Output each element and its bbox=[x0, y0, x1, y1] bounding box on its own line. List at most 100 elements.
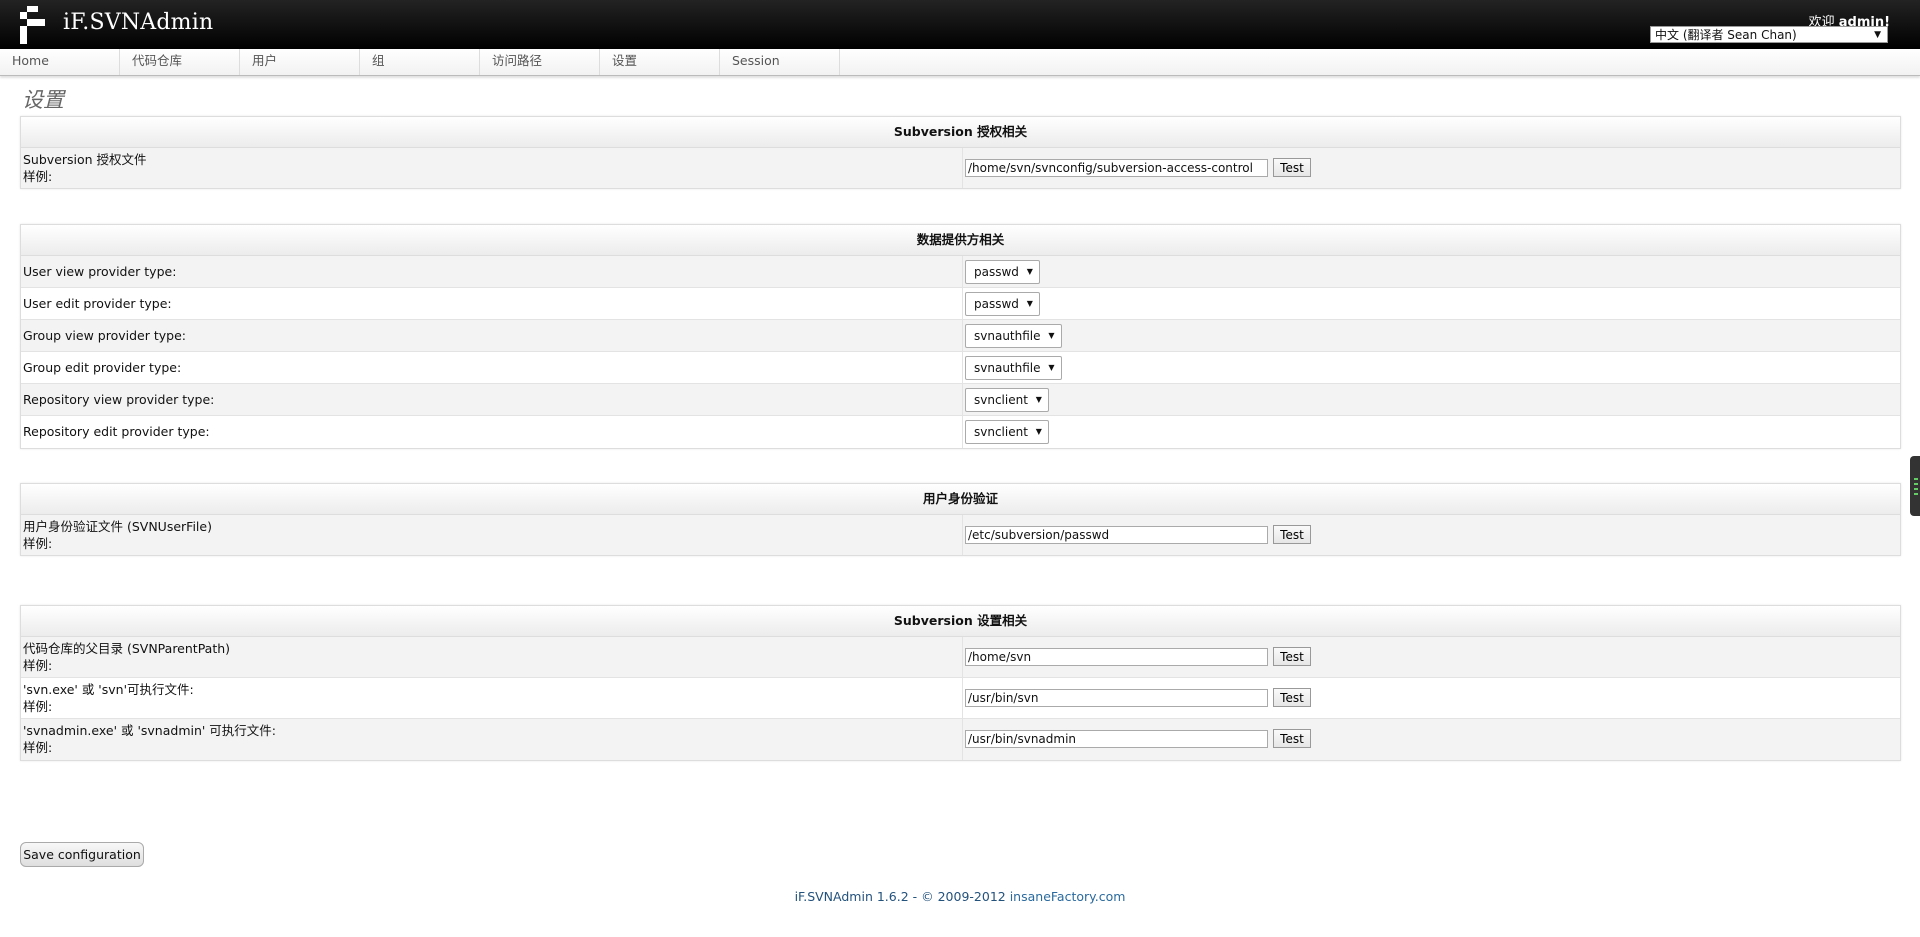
chevron-down-icon: ▼ bbox=[1026, 267, 1033, 276]
section-svn-settings: Subversion 设置相关 代码仓库的父目录 (SVNParentPath)… bbox=[20, 605, 1901, 761]
test-svn-executable-button[interactable]: Test bbox=[1273, 688, 1311, 707]
settings-row: 代码仓库的父目录 (SVNParentPath) 样例: /home/svn T… bbox=[21, 637, 1900, 678]
brand-title[interactable]: iF.SVNAdmin bbox=[63, 10, 213, 35]
user-edit-provider-select[interactable]: passwd ▼ bbox=[965, 292, 1040, 316]
section-title: Subversion 设置相关 bbox=[21, 606, 1900, 637]
section-data-providers: 数据提供方相关 User view provider type: passwd … bbox=[20, 224, 1901, 449]
side-handle-icon[interactable] bbox=[1910, 456, 1920, 516]
section-svn-auth: Subversion 授权相关 Subversion 授权文件 样例: /hom… bbox=[20, 116, 1901, 189]
row-label: Subversion 授权文件 样例: bbox=[23, 151, 147, 185]
setting-name: Group view provider type: bbox=[23, 328, 186, 343]
app-header: iF.SVNAdmin 欢迎 admin! 中文 (翻译者 Sean Chan)… bbox=[0, 0, 1920, 50]
group-view-provider-select[interactable]: svnauthfile ▼ bbox=[965, 324, 1062, 348]
settings-row: Group edit provider type: svnauthfile ▼ bbox=[21, 352, 1900, 384]
row-value: /home/svn Test bbox=[962, 637, 1900, 677]
setting-example: 样例: bbox=[23, 740, 53, 755]
nav-home[interactable]: Home bbox=[0, 49, 120, 75]
nav-settings[interactable]: 设置 bbox=[600, 49, 720, 75]
nav-users[interactable]: 用户 bbox=[240, 49, 360, 75]
row-value: svnauthfile ▼ bbox=[962, 320, 1900, 351]
main-nav: Home 代码仓库 用户 组 访问路径 设置 Session bbox=[0, 49, 1920, 76]
footer-product: iF.SVNAdmin 1.6.2 bbox=[794, 889, 909, 904]
settings-row: User view provider type: passwd ▼ bbox=[21, 256, 1900, 288]
page-title: 设置 bbox=[22, 88, 64, 112]
settings-row: 'svn.exe' 或 'svn'可执行文件: 样例: /usr/bin/svn… bbox=[21, 678, 1900, 719]
section-title: Subversion 授权相关 bbox=[21, 117, 1900, 148]
setting-name: Group edit provider type: bbox=[23, 360, 182, 375]
select-value: svnclient bbox=[974, 393, 1028, 407]
chevron-down-icon: ▼ bbox=[1035, 427, 1042, 436]
chevron-down-icon: ▼ bbox=[1035, 395, 1042, 404]
test-user-file-button[interactable]: Test bbox=[1273, 525, 1311, 544]
section-title: 数据提供方相关 bbox=[21, 225, 1900, 256]
repo-view-provider-select[interactable]: svnclient ▼ bbox=[965, 388, 1049, 412]
setting-name: User view provider type: bbox=[23, 264, 177, 279]
select-value: svnclient bbox=[974, 425, 1028, 439]
setting-name: Subversion 授权文件 bbox=[23, 152, 147, 167]
setting-example: 样例: bbox=[23, 169, 53, 184]
select-value: svnauthfile bbox=[974, 361, 1041, 375]
row-value: /usr/bin/svn Test bbox=[962, 678, 1900, 718]
user-view-provider-select[interactable]: passwd ▼ bbox=[965, 260, 1040, 284]
settings-row: Group view provider type: svnauthfile ▼ bbox=[21, 320, 1900, 352]
row-label: 'svn.exe' 或 'svn'可执行文件: 样例: bbox=[23, 681, 194, 715]
setting-name: 代码仓库的父目录 (SVNParentPath) bbox=[23, 641, 231, 656]
row-value: svnclient ▼ bbox=[962, 384, 1900, 415]
setting-name: Repository edit provider type: bbox=[23, 424, 210, 439]
svn-executable-input[interactable]: /usr/bin/svn bbox=[965, 689, 1268, 707]
nav-session[interactable]: Session bbox=[720, 49, 840, 75]
setting-name: User edit provider type: bbox=[23, 296, 172, 311]
setting-example: 样例: bbox=[23, 658, 53, 673]
access-file-input[interactable]: /home/svn/svnconfig/subversion-access-co… bbox=[965, 159, 1268, 177]
row-value: svnauthfile ▼ bbox=[962, 352, 1900, 383]
group-edit-provider-select[interactable]: svnauthfile ▼ bbox=[965, 356, 1062, 380]
language-select[interactable]: 中文 (翻译者 Sean Chan) ▼ bbox=[1650, 26, 1888, 43]
settings-row: User edit provider type: passwd ▼ bbox=[21, 288, 1900, 320]
logo-icon bbox=[20, 6, 45, 44]
setting-name: 'svnadmin.exe' 或 'svnadmin' 可执行文件: bbox=[23, 723, 277, 738]
setting-name: 'svn.exe' 或 'svn'可执行文件: bbox=[23, 682, 194, 697]
row-value: passwd ▼ bbox=[962, 256, 1900, 287]
svnadmin-executable-input[interactable]: /usr/bin/svnadmin bbox=[965, 730, 1268, 748]
row-value: /home/svn/svnconfig/subversion-access-co… bbox=[962, 148, 1900, 188]
row-label: 代码仓库的父目录 (SVNParentPath) 样例: bbox=[23, 640, 230, 674]
repo-edit-provider-select[interactable]: svnclient ▼ bbox=[965, 420, 1049, 444]
row-value: /etc/subversion/passwd Test bbox=[962, 515, 1900, 555]
chevron-down-icon: ▼ bbox=[1874, 30, 1881, 40]
row-value: /usr/bin/svnadmin Test bbox=[962, 719, 1900, 760]
row-value: svnclient ▼ bbox=[962, 416, 1900, 448]
row-value: passwd ▼ bbox=[962, 288, 1900, 319]
test-parent-path-button[interactable]: Test bbox=[1273, 647, 1311, 666]
settings-row: Repository view provider type: svnclient… bbox=[21, 384, 1900, 416]
row-label: 用户身份验证文件 (SVNUserFile) 样例: bbox=[23, 518, 212, 552]
settings-row: 用户身份验证文件 (SVNUserFile) 样例: /etc/subversi… bbox=[21, 515, 1900, 555]
settings-row: Subversion 授权文件 样例: /home/svn/svnconfig/… bbox=[21, 148, 1900, 188]
settings-row: Repository edit provider type: svnclient… bbox=[21, 416, 1900, 448]
footer: iF.SVNAdmin 1.6.2 - © 2009-2012 insaneFa… bbox=[0, 889, 1920, 904]
section-title: 用户身份验证 bbox=[21, 484, 1900, 515]
setting-name: 用户身份验证文件 (SVNUserFile) bbox=[23, 519, 212, 534]
section-user-auth: 用户身份验证 用户身份验证文件 (SVNUserFile) 样例: /etc/s… bbox=[20, 483, 1901, 556]
nav-access-paths[interactable]: 访问路径 bbox=[480, 49, 600, 75]
nav-groups[interactable]: 组 bbox=[360, 49, 480, 75]
user-file-input[interactable]: /etc/subversion/passwd bbox=[965, 526, 1268, 544]
svn-parent-path-input[interactable]: /home/svn bbox=[965, 648, 1268, 666]
test-access-file-button[interactable]: Test bbox=[1273, 158, 1311, 177]
row-label: 'svnadmin.exe' 或 'svnadmin' 可执行文件: 样例: bbox=[23, 722, 276, 756]
setting-name: Repository view provider type: bbox=[23, 392, 215, 407]
setting-example: 样例: bbox=[23, 699, 53, 714]
language-value: 中文 (翻译者 Sean Chan) bbox=[1655, 28, 1797, 42]
select-value: svnauthfile bbox=[974, 329, 1041, 343]
footer-copyright: - © 2009-2012 bbox=[908, 889, 1010, 904]
settings-row: 'svnadmin.exe' 或 'svnadmin' 可执行文件: 样例: /… bbox=[21, 719, 1900, 760]
chevron-down-icon: ▼ bbox=[1048, 331, 1055, 340]
test-svnadmin-executable-button[interactable]: Test bbox=[1273, 729, 1311, 748]
nav-repositories[interactable]: 代码仓库 bbox=[120, 49, 240, 75]
chevron-down-icon: ▼ bbox=[1026, 299, 1033, 308]
select-value: passwd bbox=[974, 265, 1019, 279]
chevron-down-icon: ▼ bbox=[1048, 363, 1055, 372]
select-value: passwd bbox=[974, 297, 1019, 311]
setting-example: 样例: bbox=[23, 536, 53, 551]
footer-link[interactable]: insaneFactory.com bbox=[1010, 889, 1126, 904]
save-configuration-button[interactable]: Save configuration bbox=[20, 842, 144, 867]
